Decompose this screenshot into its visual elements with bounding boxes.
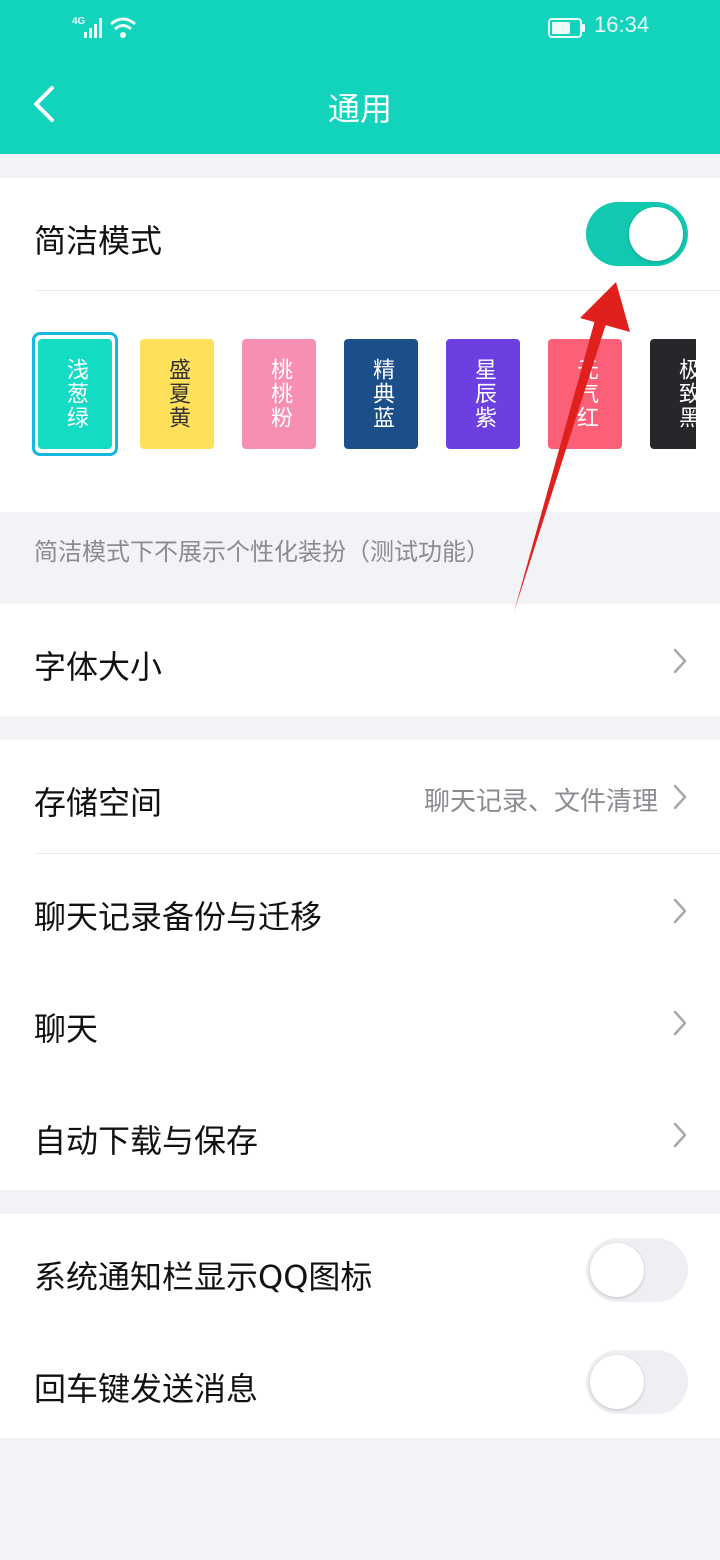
- backup-label: 聊天记录备份与迁移: [34, 898, 323, 936]
- storage-label: 存储空间: [34, 784, 163, 822]
- simple-mode-toggle[interactable]: [586, 202, 688, 266]
- svg-text:4G: 4G: [72, 16, 86, 27]
- font-size-row[interactable]: 字体大小: [0, 604, 720, 716]
- divider: [34, 290, 720, 291]
- storage-row[interactable]: 存储空间 聊天记录、文件清理: [0, 740, 720, 853]
- theme-strip-fade: [696, 330, 720, 460]
- auto-download-row[interactable]: 自动下载与保存: [0, 1078, 720, 1190]
- enter-send-toggle[interactable]: [586, 1350, 688, 1414]
- theme-swatch[interactable]: 盛夏黄: [140, 339, 214, 449]
- theme-name: 精典蓝: [369, 358, 394, 430]
- chat-row[interactable]: 聊天: [0, 966, 720, 1078]
- chevron-right-icon: [673, 784, 687, 810]
- status-bar: 4G 16:34: [0, 0, 720, 56]
- status-time: 16:34: [594, 12, 650, 37]
- chevron-right-icon: [673, 1010, 687, 1036]
- toggle-knob: [590, 1355, 644, 1409]
- theme-name: 桃桃粉: [267, 358, 292, 430]
- page-title: 通用: [327, 90, 392, 128]
- chat-label: 聊天: [34, 1010, 99, 1048]
- app-header: 4G 16:34 通用: [0, 0, 720, 154]
- simple-mode-label: 简洁模式: [34, 222, 163, 260]
- auto-download-label: 自动下载与保存: [34, 1122, 259, 1160]
- chevron-right-icon: [673, 898, 687, 924]
- enter-send-label: 回车键发送消息: [34, 1370, 259, 1408]
- theme-swatch[interactable]: 精典蓝: [344, 339, 418, 449]
- theme-swatch[interactable]: 元气红: [548, 339, 622, 449]
- theme-name: 盛夏黄: [165, 358, 190, 430]
- toggle-knob: [629, 207, 683, 261]
- signal-wifi-icon: 4G: [72, 16, 136, 38]
- theme-swatch[interactable]: 星辰紫: [446, 339, 520, 449]
- toggle-knob: [590, 1243, 644, 1297]
- toggles-card: 系统通知栏显示QQ图标 回车键发送消息: [0, 1214, 720, 1438]
- storage-card: 存储空间 聊天记录、文件清理 聊天记录备份与迁移 聊天 自动下载与保存: [0, 740, 720, 1190]
- notify-icon-label: 系统通知栏显示QQ图标: [34, 1258, 373, 1296]
- theme-name: 星辰紫: [471, 358, 496, 430]
- battery-icon: [548, 18, 585, 38]
- simple-mode-note: 简洁模式下不展示个性化装扮（测试功能）: [34, 538, 490, 566]
- chevron-right-icon: [673, 1122, 687, 1148]
- theme-swatch[interactable]: 桃桃粉: [242, 339, 316, 449]
- theme-name: 元气红: [573, 358, 598, 430]
- theme-name: 浅葱绿: [63, 358, 88, 430]
- chevron-right-icon: [673, 648, 687, 674]
- backup-row[interactable]: 聊天记录备份与迁移: [0, 854, 720, 966]
- storage-hint: 聊天记录、文件清理: [423, 787, 658, 817]
- font-size-card: 字体大小: [0, 604, 720, 716]
- theme-swatch[interactable]: 浅葱绿: [38, 339, 112, 449]
- font-size-label: 字体大小: [34, 648, 163, 686]
- notify-icon-toggle[interactable]: [586, 1238, 688, 1302]
